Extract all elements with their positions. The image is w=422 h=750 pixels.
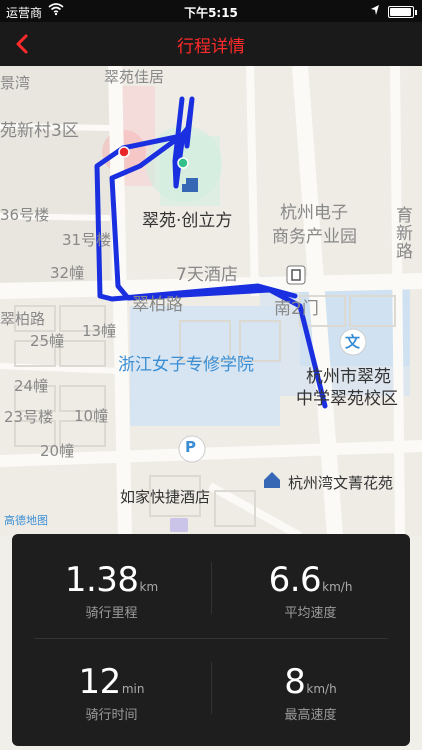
map-label-zhejiang-women-college: 浙江女子专修学院 <box>118 355 254 375</box>
stat-duration: 12min 骑行时间 <box>12 662 211 723</box>
status-bar: 运营商 下午5:15 <box>0 0 422 22</box>
route-map[interactable]: 景湾 翠苑佳居 苑新村3区 36号楼 31号楼 32幢 翠柏路 13幢 25幢 … <box>0 66 422 536</box>
map-label-hz-cuiyuan-school-2: 中学翠苑校区 <box>296 389 398 409</box>
nav-bar: 行程详情 <box>0 22 422 66</box>
location-arrow-icon <box>370 4 380 19</box>
stat-avg-speed: 6.6km/h 平均速度 <box>211 560 410 621</box>
map-label-cuibai-road: 翠柏路 <box>132 295 183 315</box>
distance-unit: km <box>139 580 159 594</box>
stat-max-speed: 8km/h 最高速度 <box>211 662 410 723</box>
avg-speed-unit: km/h <box>322 580 353 594</box>
map-label-cuiyuan-jiayuan: 翠苑佳居 <box>104 68 165 86</box>
clock: 下午5:15 <box>184 6 238 20</box>
map-label-jingwan: 景湾 <box>0 74 31 92</box>
max-speed-value: 8 <box>284 662 306 702</box>
divider <box>34 638 388 639</box>
map-label-b25: 25幢 <box>30 332 65 350</box>
map-label-b36: 36号楼 <box>0 206 50 224</box>
map-label-b31: 31号楼 <box>62 231 112 249</box>
map-label-b10: 10幢 <box>74 407 109 425</box>
map-label-b24: 24幢 <box>14 377 49 395</box>
stat-distance: 1.38km 骑行里程 <box>12 560 211 621</box>
battery-icon <box>388 6 417 18</box>
map-label-cuiyuan-chuanglifang: 翠苑·创立方 <box>142 211 233 231</box>
distance-label: 骑行里程 <box>85 606 138 621</box>
duration-value: 12 <box>78 662 122 702</box>
parking-icon: P <box>185 438 196 456</box>
map-label-hz-wanwen: 杭州湾文菁花苑 <box>288 474 394 492</box>
map-label-b23: 23号楼 <box>4 408 54 426</box>
duration-unit: min <box>121 682 145 696</box>
distance-value: 1.38 <box>64 560 139 600</box>
map-label-b13: 13幢 <box>82 322 117 340</box>
max-speed-label: 最高速度 <box>284 708 337 723</box>
avg-speed-label: 平均速度 <box>284 606 337 621</box>
map-label-yuan-xincun3: 苑新村3区 <box>0 121 79 141</box>
map-label-b32: 32幢 <box>50 264 85 282</box>
map-label-yuxin-road: 育新路 <box>392 206 412 260</box>
gaode-logo: 高德地图 <box>4 514 48 527</box>
page-title: 行程详情 <box>177 37 245 57</box>
map-label-hz-dianzi-2: 商务产业园 <box>272 227 357 247</box>
map-label-rujia-hotel: 如家快捷酒店 <box>120 488 211 506</box>
end-marker <box>177 157 189 169</box>
start-marker <box>118 146 130 158</box>
battery-fill <box>390 8 411 16</box>
gate-icon <box>286 265 306 285</box>
duration-label: 骑行时间 <box>85 708 138 723</box>
map-label-south-gate: 南2门 <box>274 299 319 319</box>
avg-speed-value: 6.6 <box>268 560 322 600</box>
map-label-b20: 20幢 <box>40 442 75 460</box>
map-label-cuibai-road-west: 翠柏路 <box>0 310 46 328</box>
max-speed-unit: km/h <box>306 682 337 696</box>
map-label-hz-dianzi-1: 杭州电子 <box>280 203 348 223</box>
map-label-7days-hotel: 7天酒店 <box>176 265 238 285</box>
school-icon: 文 <box>345 333 361 351</box>
hotel-icon <box>170 518 188 532</box>
trip-stats-card: 1.38km 骑行里程 6.6km/h 平均速度 12min 骑行时间 8km/… <box>12 534 410 746</box>
